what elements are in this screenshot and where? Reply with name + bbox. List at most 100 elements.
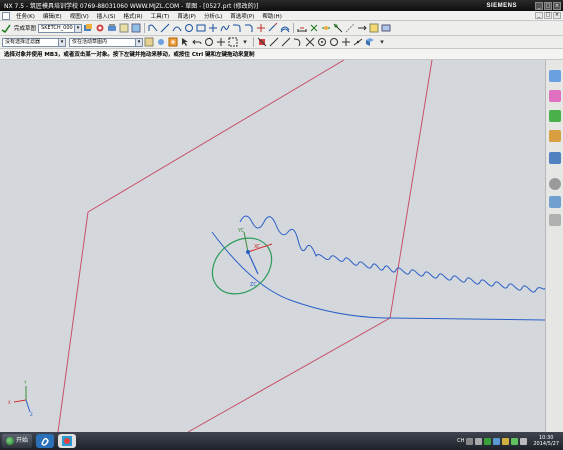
snap-intersection-icon[interactable]: [305, 37, 315, 47]
reuse-library-icon[interactable]: [549, 130, 561, 142]
snap-on-curve-icon[interactable]: [353, 37, 363, 47]
start-button[interactable]: 开始: [2, 434, 33, 448]
chevron-down-icon: ▾: [74, 24, 82, 32]
selection-filter-select[interactable]: 没有选择过滤器 ▾: [2, 37, 66, 47]
spline-icon[interactable]: [220, 23, 230, 33]
convert-reference-icon[interactable]: [345, 23, 355, 33]
tray-security-icon[interactable]: [484, 437, 492, 445]
menu-view[interactable]: 视图(V): [66, 12, 93, 20]
history-icon[interactable]: [549, 178, 561, 190]
box-select-icon[interactable]: [228, 37, 238, 47]
snap-line2-icon[interactable]: [281, 37, 291, 47]
alternate-solution-icon[interactable]: [357, 23, 367, 33]
general-selection-intent-icon[interactable]: [144, 37, 154, 47]
menu-preferences[interactable]: 首选项(P): [226, 12, 258, 20]
quick-trim-icon[interactable]: [256, 23, 266, 33]
tray-folder-icon[interactable]: [502, 437, 510, 445]
update-model-icon[interactable]: [107, 23, 117, 33]
menu-analysis[interactable]: 分析(L): [200, 12, 226, 20]
snap-center-icon[interactable]: [317, 37, 327, 47]
taskbar-app-nx-window-icon[interactable]: [58, 434, 77, 448]
taskbar-app-nx-icon[interactable]: [36, 434, 55, 448]
constraint-navigator-icon[interactable]: [549, 90, 561, 102]
doc-close-button[interactable]: ×: [553, 12, 561, 19]
snap-face-icon[interactable]: [365, 37, 375, 47]
language-indicator[interactable]: CH: [457, 438, 464, 444]
app-icon: [2, 11, 10, 20]
clock[interactable]: 10:30 2014/5/27: [533, 435, 559, 447]
snap-endpoint-icon[interactable]: [257, 37, 267, 47]
maximize-button[interactable]: □: [544, 1, 552, 10]
chevron-down-icon[interactable]: ▾: [240, 37, 250, 47]
csys-xc-label: XC: [254, 244, 261, 250]
menu-bar: 任务(K) 编辑(E) 视图(V) 插入(S) 格式(R) 工具(T) 首选(P…: [0, 11, 563, 21]
separator: [144, 23, 146, 33]
menu-edit[interactable]: 编辑(E): [39, 12, 66, 20]
part-navigator-icon[interactable]: [549, 110, 561, 122]
doc-restore-button[interactable]: □: [544, 12, 552, 19]
helix-curve[interactable]: [239, 215, 545, 293]
tray-help-icon[interactable]: [475, 437, 483, 445]
snap-existing-point-icon[interactable]: [341, 37, 351, 47]
fillet-icon[interactable]: [232, 23, 242, 33]
chamfer-icon[interactable]: [244, 23, 254, 33]
menu-format[interactable]: 格式(R): [120, 12, 147, 20]
csys-origin[interactable]: [246, 250, 250, 254]
rectangle-icon[interactable]: [196, 23, 206, 33]
tray-app-icon[interactable]: [511, 437, 519, 445]
doc-minimize-button[interactable]: _: [535, 12, 543, 19]
graphics-window[interactable]: XC YC ZC Y X Z: [0, 60, 545, 432]
relations-browser-icon[interactable]: [381, 23, 391, 33]
web-browser-icon[interactable]: [549, 152, 561, 164]
arc-icon[interactable]: [172, 23, 182, 33]
system-materials-icon[interactable]: [549, 196, 561, 208]
point-icon[interactable]: [208, 23, 218, 33]
delay-eval-icon[interactable]: [119, 23, 129, 33]
close-button[interactable]: ×: [553, 1, 561, 10]
menu-task[interactable]: 任务(K): [12, 12, 39, 20]
constraint-icon[interactable]: [309, 23, 319, 33]
display-constraints-icon[interactable]: [321, 23, 331, 33]
assembly-navigator-icon[interactable]: [549, 70, 561, 82]
inferred-constraints-icon[interactable]: [369, 23, 379, 33]
snap-settings-icon[interactable]: ▾: [377, 37, 387, 47]
menu-assemblies[interactable]: 首选(P): [173, 12, 200, 20]
snap-quadrant-icon[interactable]: [329, 37, 339, 47]
guide-curve[interactable]: [211, 231, 545, 321]
menu-insert[interactable]: 插入(S): [93, 12, 120, 20]
profile-icon[interactable]: [148, 23, 158, 33]
tray-keyboard-icon[interactable]: [466, 437, 474, 445]
menu-tools[interactable]: 工具(T): [147, 12, 174, 20]
menu-help[interactable]: 帮助(H): [258, 12, 285, 20]
tray-volume-icon[interactable]: [520, 437, 528, 445]
pan-view-icon[interactable]: [216, 37, 226, 47]
orient-view-icon[interactable]: [83, 23, 93, 33]
roles-icon[interactable]: [549, 214, 561, 226]
csys-ring[interactable]: [201, 227, 282, 306]
rotate-view-icon[interactable]: [204, 37, 214, 47]
sketch-canvas[interactable]: XC YC ZC Y X Z: [0, 60, 545, 432]
snap-line-icon[interactable]: [269, 37, 279, 47]
assembly-scope-value: 仅在活动草图内: [72, 38, 108, 45]
sketch-name-select[interactable]: SKETCH_000 ▾: [38, 23, 83, 33]
window-title: NX 7.5 - 筑匠模具培训学校 0769-88031060 WWW.MJZL…: [4, 3, 259, 10]
sketch-toolbar: 完成草图 SKETCH_000 ▾: [0, 21, 563, 36]
finish-sketch-icon[interactable]: [1, 23, 11, 33]
auto-constrain-icon[interactable]: [333, 23, 343, 33]
undo-icon[interactable]: [192, 37, 202, 47]
offset-curve-icon[interactable]: [280, 23, 290, 33]
quick-extend-icon[interactable]: [268, 23, 278, 33]
reattach-icon[interactable]: [95, 23, 105, 33]
dimension-icon[interactable]: [297, 23, 307, 33]
line-icon[interactable]: [160, 23, 170, 33]
assembly-scope-select[interactable]: 仅在活动草图内 ▾: [69, 37, 143, 47]
select-all-icon[interactable]: [168, 37, 178, 47]
evaluate-icon[interactable]: [131, 23, 141, 33]
minimize-button[interactable]: _: [535, 1, 543, 10]
tray-network-icon[interactable]: [493, 437, 501, 445]
snap-point-icon[interactable]: [156, 37, 166, 47]
circle-icon[interactable]: [184, 23, 194, 33]
finish-sketch-label[interactable]: 完成草图: [12, 24, 38, 32]
snap-curve-icon[interactable]: [293, 37, 303, 47]
cursor-arrow-icon[interactable]: [180, 37, 190, 47]
